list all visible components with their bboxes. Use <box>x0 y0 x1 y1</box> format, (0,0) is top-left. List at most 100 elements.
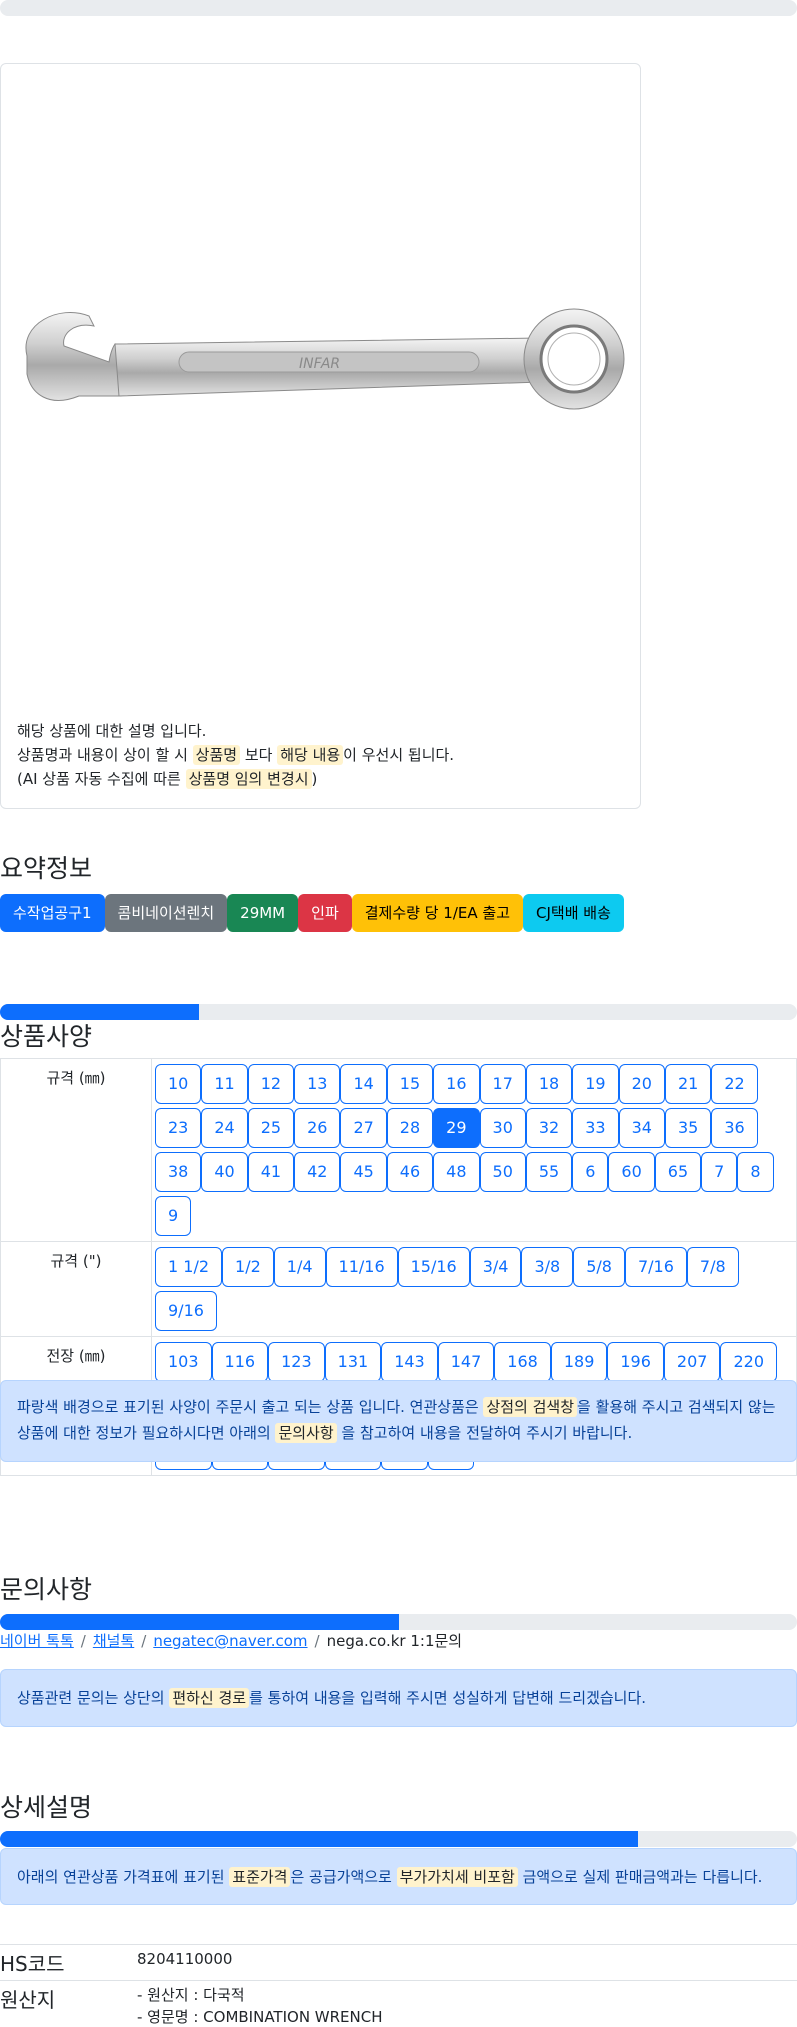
spec-option[interactable]: 29 <box>433 1108 480 1148</box>
spec-option[interactable]: 5/8 <box>573 1247 625 1287</box>
highlight: 상품명 임의 변경시 <box>185 769 312 789</box>
detail-progress-fill <box>0 1831 638 1847</box>
spec-option[interactable]: 25 <box>247 1108 295 1148</box>
inquiry-progress-fill <box>0 1614 399 1630</box>
highlight: 해당 내용 <box>277 745 344 765</box>
top-progress-bar <box>0 0 797 16</box>
spec-option[interactable]: 23 <box>155 1108 202 1148</box>
spec-options: 10 11 12 13 14 15 16 17 18 19 20 21 22 23 24 25 26 27 28 29… <box>151 1058 797 1242</box>
spec-option[interactable]: 14 <box>340 1064 387 1104</box>
spec-option[interactable]: 22 <box>711 1064 758 1104</box>
spec-option[interactable]: 7/16 <box>624 1247 687 1287</box>
spec-option[interactable]: 13 <box>294 1064 341 1104</box>
spec-option[interactable]: 116 <box>211 1342 269 1382</box>
inquiry-progress <box>0 1614 797 1630</box>
desc-text: ) <box>311 770 318 788</box>
spec-option[interactable]: 35 <box>664 1108 712 1148</box>
spec-option[interactable]: 40 <box>201 1152 248 1192</box>
spec-option[interactable]: 8 <box>737 1152 774 1192</box>
spec-option[interactable]: 220 <box>720 1342 778 1382</box>
spec-option[interactable]: 7/8 <box>686 1247 739 1287</box>
separator: / <box>314 1632 320 1650</box>
desc-line-3: (AI 상품 자동 수집에 따른 상품명 임의 변경시) <box>17 767 454 791</box>
spec-option[interactable]: 1/4 <box>273 1247 326 1287</box>
detail-progress <box>0 1831 797 1847</box>
spec-option[interactable]: 60 <box>608 1152 655 1192</box>
spec-option[interactable]: 46 <box>386 1152 434 1192</box>
notice-text: 을 참고하여 내용을 전달하여 주시기 바랍니다. <box>336 1424 633 1442</box>
spec-option[interactable]: 65 <box>654 1152 702 1192</box>
badge-category: 수작업공구1 <box>0 894 105 932</box>
spec-row: 규격 (㎜) 10 11 12 13 14 15 16 17 18 19 20 21 2223 24 25 2… <box>0 1058 797 1242</box>
spec-option[interactable]: 11 <box>201 1064 248 1104</box>
spec-option[interactable]: 32 <box>525 1108 573 1148</box>
spec-option[interactable]: 50 <box>479 1152 526 1192</box>
spec-option[interactable]: 16 <box>433 1064 480 1104</box>
desc-line-1: 해당 상품에 대한 설명 입니다. <box>17 722 207 740</box>
spec-option[interactable]: 207 <box>663 1342 721 1382</box>
spec-option[interactable]: 196 <box>607 1342 664 1382</box>
spec-option[interactable]: 3/8 <box>521 1247 574 1287</box>
wrench-brand-text: INFAR <box>299 356 340 372</box>
spec-label: 규격 (㎜) <box>0 1058 152 1242</box>
spec-option[interactable]: 33 <box>572 1108 619 1148</box>
spec-option[interactable]: 45 <box>340 1152 387 1192</box>
spec-option[interactable]: 147 <box>437 1342 495 1382</box>
inquiry-title: 문의사항 <box>0 1575 93 1604</box>
badge-brand: 인파 <box>298 894 352 932</box>
spec-option[interactable]: 26 <box>294 1108 341 1148</box>
spec-option[interactable]: 9/16 <box>155 1291 217 1331</box>
highlight: 문의사항 <box>275 1423 337 1443</box>
spec-option[interactable]: 6 <box>572 1152 609 1192</box>
spec-option[interactable]: 3/4 <box>469 1247 522 1287</box>
spec-option[interactable]: 27 <box>340 1108 387 1148</box>
spec-option[interactable]: 20 <box>618 1064 665 1104</box>
product-card: INFAR 해당 상품에 대한 설명 입니다. 상품명과 내용이 상이 할 시 … <box>0 63 641 809</box>
info-key-origin: 원산지 <box>0 1980 137 2027</box>
spec-option[interactable]: 11/16 <box>325 1247 398 1287</box>
spec-option[interactable]: 17 <box>479 1064 526 1104</box>
info-table: HS코드 8204110000 원산지 - 원산지 : 다국적 - 영문명 : … <box>0 1944 797 2027</box>
spec-label: 규격 (") <box>0 1241 152 1337</box>
spec-option[interactable]: 21 <box>664 1064 712 1104</box>
spec-option[interactable]: 36 <box>711 1108 758 1148</box>
desc-text: (AI 상품 자동 수집에 따른 <box>17 770 186 788</box>
spec-option[interactable]: 143 <box>381 1342 438 1382</box>
spec-row: 규격 (") 1 1/2 1/2 1/4 11/16 15/16 3/4 3/8 5/8 7/1… <box>0 1241 797 1337</box>
desc-text: 보다 <box>240 746 278 764</box>
spec-option[interactable]: 123 <box>268 1342 325 1382</box>
spec-option[interactable]: 24 <box>201 1108 248 1148</box>
spec-option[interactable]: 103 <box>155 1342 212 1382</box>
badge-shipping: CJ택배 배송 <box>523 894 624 932</box>
spec-option[interactable]: 41 <box>247 1152 295 1192</box>
spec-option[interactable]: 48 <box>433 1152 480 1192</box>
spec-option[interactable]: 12 <box>247 1064 295 1104</box>
info-val-origin: - 원산지 : 다국적 - 영문명 : COMBINATION WRENCH <box>137 1980 797 2027</box>
link-email[interactable]: negatec@naver.com <box>153 1632 307 1650</box>
detail-title: 상세설명 <box>0 1793 93 1822</box>
info-val-hs: 8204110000 <box>137 1944 797 1981</box>
highlight: 표준가격 <box>229 1867 291 1887</box>
spec-option[interactable]: 30 <box>479 1108 526 1148</box>
spec-option[interactable]: 9 <box>155 1196 192 1236</box>
spec-option[interactable]: 42 <box>294 1152 341 1192</box>
spec-option[interactable]: 10 <box>155 1064 202 1104</box>
spec-option[interactable]: 18 <box>525 1064 573 1104</box>
spec-option[interactable]: 15/16 <box>397 1247 470 1287</box>
spec-option[interactable]: 38 <box>155 1152 202 1192</box>
spec-option[interactable]: 34 <box>618 1108 665 1148</box>
spec-option[interactable]: 1 1/2 <box>155 1247 223 1287</box>
spec-option[interactable]: 19 <box>572 1064 619 1104</box>
spec-option[interactable]: 189 <box>550 1342 608 1382</box>
spec-option[interactable]: 1/2 <box>222 1247 274 1287</box>
highlight: 상품명 <box>192 745 241 765</box>
link-channel-talk[interactable]: 채널톡 <box>93 1632 134 1650</box>
spec-option[interactable]: 7 <box>701 1152 738 1192</box>
spec-option[interactable]: 28 <box>386 1108 434 1148</box>
link-naver-talk[interactable]: 네이버 톡톡 <box>0 1632 74 1650</box>
spec-option[interactable]: 131 <box>324 1342 382 1382</box>
spec-option[interactable]: 168 <box>494 1342 551 1382</box>
spec-option[interactable]: 55 <box>525 1152 573 1192</box>
spec-option[interactable]: 15 <box>386 1064 434 1104</box>
inquiry-notice: 상품관련 문의는 상단의 편하신 경로 를 통하여 내용을 입력해 주시면 성실하… <box>0 1669 797 1727</box>
